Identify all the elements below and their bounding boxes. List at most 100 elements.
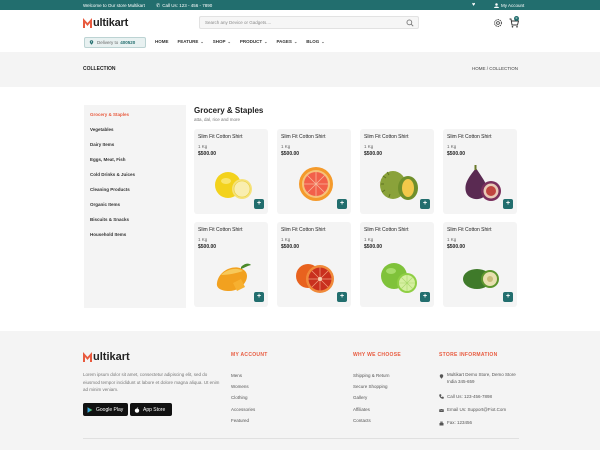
nav-feature[interactable]: FEATURE ⌄ (178, 39, 204, 44)
footer-link-clothing[interactable]: Clothing (231, 395, 248, 400)
category-subtitle: atta, dal, rice and more (194, 117, 241, 122)
product-card[interactable]: Slim Fit Cotton Shirt 1 Kg $500.00 + (277, 222, 351, 307)
sidebar-item-eggs-meat-fish[interactable]: Eggs, Meat, Fish (90, 157, 126, 162)
product-price: $500.00 (447, 151, 466, 157)
product-price: $500.00 (198, 151, 217, 157)
add-to-cart-button[interactable]: + (337, 292, 347, 302)
product-card[interactable]: Slim Fit Cotton Shirt 1 Kg $500.00 + (443, 129, 517, 214)
chevron-down-icon: ⌄ (264, 39, 268, 44)
category-sidebar: Grocery & Staples Vegetables Dairy Items… (84, 105, 186, 308)
sidebar-item-dairy[interactable]: Dairy Items (90, 142, 114, 147)
sidebar-item-cold-drinks[interactable]: Cold Drinks & Juices (90, 172, 135, 177)
search-icon[interactable] (406, 19, 414, 27)
search-placeholder: Search any Device or Gadgets.... (205, 20, 272, 25)
footer-link-accessories[interactable]: Accessories (231, 407, 255, 412)
sidebar-item-organic[interactable]: Organic Items (90, 202, 120, 207)
add-to-cart-button[interactable]: + (420, 199, 430, 209)
footer-link-secure[interactable]: Secure Shopping (353, 384, 388, 389)
footer-address: Multikart Demo Store, Demo Store India 3… (447, 372, 516, 384)
product-card[interactable]: Slim Fit Cotton Shirt 1 Kg $500.00 + (360, 129, 434, 214)
nav-product[interactable]: PRODUCT ⌄ (240, 39, 268, 44)
durian-icon (380, 171, 418, 200)
site-logo[interactable]: ultikart (83, 16, 128, 30)
app-store-button[interactable]: App Store (130, 403, 172, 416)
top-bar: Welcome to Our store Multikart ✆ Call Us:… (0, 0, 600, 10)
nav-label: SHOP (212, 39, 226, 44)
footer-link-gallery[interactable]: Gallery (353, 395, 367, 400)
logo-mark-icon (83, 352, 92, 362)
product-name: Slim Fit Cotton Shirt (198, 134, 243, 140)
footer-link-shipping[interactable]: Shipping & Return (353, 373, 390, 378)
sidebar-item-household[interactable]: Household Items (90, 232, 126, 237)
footer-store-info-heading: STORE INFORMATION (439, 352, 498, 358)
google-play-label: Google Play (96, 406, 124, 413)
nav-blog[interactable]: BLOG ⌄ (306, 39, 324, 44)
product-card[interactable]: Slim Fit Cotton Shirt 1 Kg $500.00 + (277, 129, 351, 214)
app-store-label: App Store (143, 406, 166, 413)
chevron-down-icon: ⌄ (227, 39, 231, 44)
product-qty: 1 Kg (364, 144, 374, 149)
add-to-cart-button[interactable]: + (337, 199, 347, 209)
phone-icon (439, 394, 444, 399)
product-price: $500.00 (281, 244, 300, 250)
google-play-icon (87, 406, 93, 413)
google-play-button[interactable]: Google Play (83, 403, 128, 416)
product-name: Slim Fit Cotton Shirt (447, 227, 492, 233)
top-call-link[interactable]: ✆ Call Us: 123 - 456 - 7890 (156, 3, 212, 9)
nav-pages[interactable]: PAGES ⌄ (277, 39, 298, 44)
product-qty: 1 Kg (447, 237, 457, 242)
nav-home[interactable]: HOME (155, 39, 169, 44)
footer-link-womens[interactable]: Womens (231, 384, 249, 389)
footer-call[interactable]: Call Us: 123-456-7898 (447, 393, 492, 400)
product-card[interactable]: Slim Fit Cotton Shirt 1 Kg $500.00 + (360, 222, 434, 307)
sidebar-item-vegetables[interactable]: Vegetables (90, 127, 114, 132)
add-to-cart-button[interactable]: + (254, 292, 264, 302)
mango-icon (216, 263, 251, 291)
footer-link-contacts[interactable]: Contacts (353, 418, 371, 423)
footer-link-mens[interactable]: Mens (231, 373, 242, 378)
add-to-cart-button[interactable]: + (503, 292, 513, 302)
feijoa-icon (463, 269, 499, 289)
footer-link-affiliates[interactable]: Affiliates (353, 407, 370, 412)
footer-logo[interactable]: ultikart (83, 351, 130, 363)
product-name: Slim Fit Cotton Shirt (364, 134, 409, 140)
sidebar-item-grocery[interactable]: Grocery & Staples (90, 112, 129, 117)
product-price: $500.00 (364, 151, 383, 157)
breadcrumb[interactable]: HOME / COLLECTION (472, 66, 518, 71)
add-to-cart-button[interactable]: + (420, 292, 430, 302)
cart-count-badge: 0 (514, 16, 519, 21)
user-icon (494, 2, 499, 8)
footer-my-account-heading: MY ACCOUNT (231, 352, 268, 358)
page-title: COLLECTION (83, 66, 116, 72)
settings-gear-icon[interactable] (493, 18, 503, 28)
footer-about-text: Lorem ipsum dolor sit amet, consectetur … (83, 372, 220, 392)
sidebar-item-cleaning[interactable]: Cleaning Products (90, 187, 130, 192)
category-title: Grocery & Staples (194, 106, 264, 115)
add-to-cart-button[interactable]: + (503, 199, 513, 209)
my-account-link[interactable]: My Account (494, 3, 524, 8)
product-name: Slim Fit Cotton Shirt (281, 227, 326, 233)
product-card[interactable]: Slim Fit Cotton Shirt 1 Kg $500.00 + (194, 222, 268, 307)
product-qty: 1 Kg (198, 144, 208, 149)
product-card[interactable]: Slim Fit Cotton Shirt 1 Kg $500.00 + (194, 129, 268, 214)
chevron-down-icon: ⌄ (321, 39, 325, 44)
nav-shop[interactable]: SHOP ⌄ (213, 39, 231, 44)
logo-mark-icon (83, 18, 92, 28)
product-card[interactable]: Slim Fit Cotton Shirt 1 Kg $500.00 + (443, 222, 517, 307)
location-pin-icon (89, 40, 94, 45)
lemon-icon (215, 172, 252, 199)
product-qty: 1 Kg (198, 237, 208, 242)
search-input[interactable]: Search any Device or Gadgets.... (199, 16, 419, 29)
product-price: $500.00 (447, 244, 466, 250)
footer-why-choose-heading: WHY WE CHOOSE (353, 352, 401, 358)
delivery-pincode: 400520 (120, 40, 136, 45)
product-name: Slim Fit Cotton Shirt (281, 134, 326, 140)
wishlist-heart-icon[interactable]: ♥ (472, 2, 475, 8)
breadcrumb-banner: COLLECTION HOME / COLLECTION (0, 52, 600, 87)
product-qty: 1 Kg (281, 144, 291, 149)
footer-email[interactable]: Email Us: Support@Fiot.Com (447, 406, 506, 413)
sidebar-item-biscuits[interactable]: Biscuits & Snacks (90, 217, 129, 222)
delivery-location-button[interactable]: Delivery to 400520 (84, 37, 146, 48)
add-to-cart-button[interactable]: + (254, 199, 264, 209)
footer-link-featured[interactable]: Featured (231, 418, 249, 423)
